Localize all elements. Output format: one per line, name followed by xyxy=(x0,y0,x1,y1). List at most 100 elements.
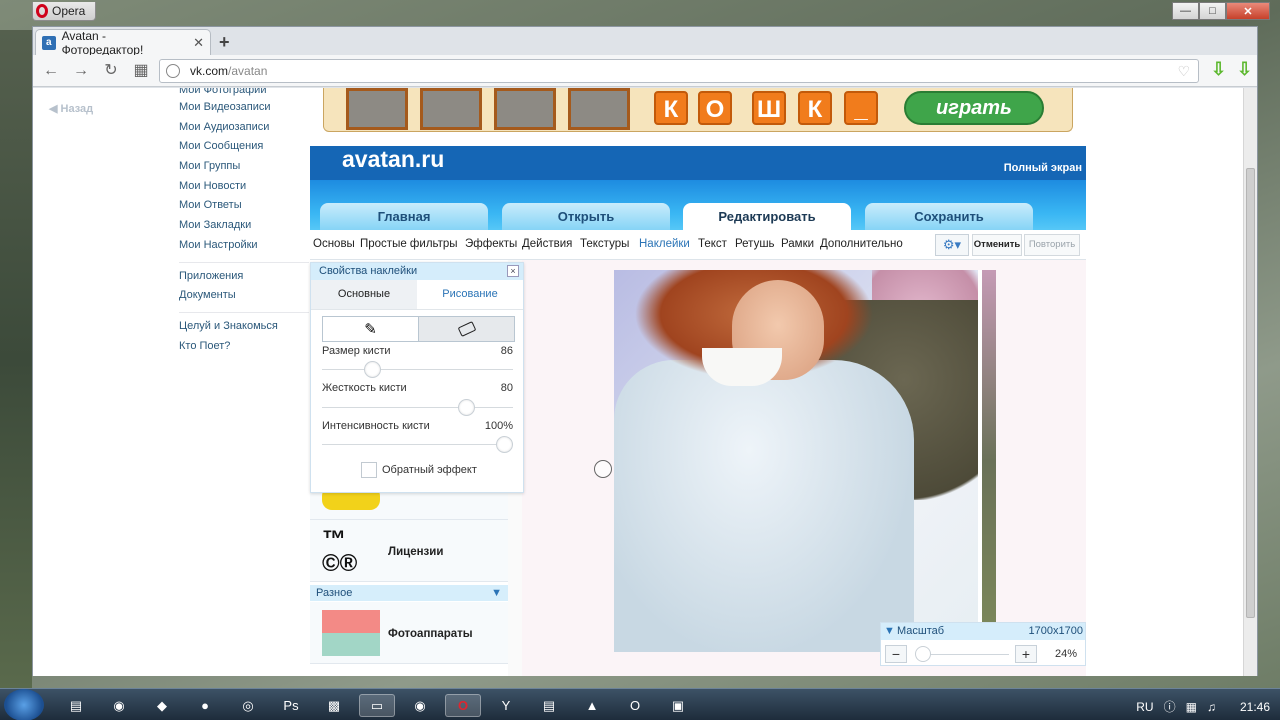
subtab-actions[interactable]: Действия xyxy=(522,238,572,250)
game-ad-banner[interactable]: К О Ш К _ играть xyxy=(323,88,1073,132)
subtab-text[interactable]: Текст xyxy=(698,238,727,250)
forward-arrow-icon[interactable]: → xyxy=(71,61,91,81)
fullscreen-link[interactable]: Полный экран xyxy=(1004,162,1082,174)
brush-size-slider[interactable] xyxy=(363,361,381,378)
tab-save[interactable]: Сохранить xyxy=(865,203,1033,230)
back-arrow-icon[interactable]: ← xyxy=(41,61,61,81)
yandex-taskbar-icon[interactable]: Y xyxy=(488,694,524,717)
subtab-retouch[interactable]: Ретушь xyxy=(735,238,775,250)
close-icon[interactable]: × xyxy=(507,265,519,277)
subtab-basics[interactable]: Основы xyxy=(313,238,355,250)
intensity-slider[interactable] xyxy=(496,436,513,453)
brush-size-track[interactable] xyxy=(322,369,513,370)
app-taskbar-icon-3[interactable]: ▲ xyxy=(574,694,610,717)
undo-button[interactable]: Отменить xyxy=(972,234,1022,256)
edited-photo[interactable] xyxy=(614,270,996,652)
sticker-category-licenses[interactable]: ™ ©® Лицензии xyxy=(310,520,508,582)
subtab-textures[interactable]: Текстуры xyxy=(580,238,629,250)
maximize-button[interactable]: □ xyxy=(1199,2,1226,20)
scrollbar-thumb[interactable] xyxy=(1246,168,1255,618)
tab-drawing[interactable]: Рисование xyxy=(417,280,523,309)
page-scrollbar[interactable] xyxy=(1243,88,1257,676)
address-bar[interactable]: vk.com/avatan ♡ xyxy=(159,59,1199,83)
menu-item[interactable]: Мои Настройки xyxy=(179,236,309,256)
minimize-button[interactable]: — xyxy=(1172,2,1199,20)
subtab-effects[interactable]: Эффекты xyxy=(465,238,517,250)
url-host: vk.com xyxy=(190,64,229,78)
eraser-tool-button[interactable] xyxy=(418,317,514,341)
menu-item[interactable]: Целуй и Знакомься xyxy=(179,317,309,337)
subtab-frames[interactable]: Рамки xyxy=(781,238,814,250)
menu-item[interactable]: Документы xyxy=(179,286,309,306)
opera-taskbar-icon-2[interactable]: O xyxy=(617,694,653,717)
back-link[interactable]: ◀ Назад xyxy=(49,102,93,115)
menu-item[interactable]: Мои Группы xyxy=(179,157,309,177)
opera-menu-button[interactable]: Opera xyxy=(32,2,96,21)
photoshop-taskbar-icon[interactable]: Ps xyxy=(273,694,309,717)
menu-item[interactable]: Мои Новости xyxy=(179,177,309,197)
menu-item[interactable]: Мои Видеозаписи xyxy=(179,98,309,118)
collapse-triangle-icon[interactable]: ▼ xyxy=(884,623,895,640)
media-taskbar-icon[interactable]: ◉ xyxy=(101,694,137,717)
menu-item[interactable]: Мои Аудиозаписи xyxy=(179,118,309,138)
ad-play-button[interactable]: играть xyxy=(904,91,1044,125)
subtab-simple-filters[interactable]: Простые фильтры xyxy=(360,238,458,250)
hardness-track[interactable] xyxy=(322,407,513,408)
brush-tool-button[interactable]: ✎ xyxy=(323,317,418,341)
intensity-track[interactable] xyxy=(322,444,513,445)
download-arrow-icon[interactable]: ⇩ xyxy=(1211,59,1229,79)
reload-icon[interactable]: ↻ xyxy=(101,61,121,81)
notepad-taskbar-icon[interactable]: ▤ xyxy=(531,694,567,717)
menu-item[interactable]: Мои Сообщения xyxy=(179,137,309,157)
ad-letter: К xyxy=(654,91,688,125)
window-taskbar-icon[interactable]: ▭ xyxy=(359,694,395,717)
firefox-taskbar-icon[interactable]: ● xyxy=(187,694,223,717)
avatan-favicon-icon: a xyxy=(42,35,56,50)
opera-taskbar-icon[interactable]: O xyxy=(445,694,481,717)
zoom-slider[interactable] xyxy=(915,646,931,662)
editor-canvas[interactable]: ▼ Масштаб 1700x1700 − + 24% xyxy=(522,260,1086,676)
invert-effect-checkbox[interactable] xyxy=(361,462,377,478)
tab-basic-props[interactable]: Основные xyxy=(311,280,417,309)
zoom-out-button[interactable]: − xyxy=(885,645,907,663)
category-label-licenses: Лицензии xyxy=(388,546,444,558)
network-icon[interactable]: ▦ xyxy=(1186,700,1197,714)
menu-item[interactable]: Мои Фотографии xyxy=(179,88,309,98)
hardness-slider[interactable] xyxy=(457,399,475,416)
app-taskbar-icon-4[interactable]: ▣ xyxy=(660,694,696,717)
subtab-extra[interactable]: Дополнительно xyxy=(820,238,903,250)
chrome-taskbar-icon[interactable]: ◎ xyxy=(230,694,266,717)
menu-item[interactable]: Кто Поет? xyxy=(179,337,309,357)
volume-icon[interactable]: ♫ xyxy=(1207,700,1216,714)
brush-cursor-handle[interactable] xyxy=(594,460,612,478)
app-taskbar-icon[interactable]: ◆ xyxy=(144,694,180,717)
zoom-in-button[interactable]: + xyxy=(1015,645,1037,663)
menu-item[interactable]: Приложения xyxy=(179,267,309,287)
tab-edit[interactable]: Редактировать xyxy=(683,203,851,230)
menu-item[interactable]: Мои Закладки xyxy=(179,216,309,236)
language-indicator[interactable]: RU xyxy=(1136,700,1153,714)
heart-icon[interactable]: ♡ xyxy=(1177,63,1190,80)
sticker-category-cameras[interactable]: Фотоаппараты xyxy=(310,602,508,664)
speed-dial-grid-icon[interactable]: ▦ xyxy=(131,61,151,81)
menu-item[interactable]: Мои Ответы xyxy=(179,196,309,216)
utorrent-taskbar-icon[interactable]: ◉ xyxy=(402,694,438,717)
help-icon[interactable]: ⓘ xyxy=(1164,698,1176,715)
new-tab-button[interactable]: + xyxy=(219,32,230,53)
settings-gear-icon[interactable]: ⚙▾ xyxy=(935,234,969,256)
download-arrow-icon-2[interactable]: ⇩ xyxy=(1237,59,1255,79)
clock[interactable]: 21:46 xyxy=(1240,700,1270,714)
tab-open[interactable]: Открыть xyxy=(502,203,670,230)
tab-close-icon[interactable]: ✕ xyxy=(193,35,204,51)
close-window-button[interactable]: ✕ xyxy=(1226,2,1270,20)
browser-tab[interactable]: a Avatan - Фоторедактор! ✕ xyxy=(35,29,211,57)
explorer-taskbar-icon[interactable]: ▤ xyxy=(58,694,94,717)
start-button[interactable] xyxy=(4,689,44,720)
tab-main[interactable]: Главная xyxy=(320,203,488,230)
redo-button[interactable]: Повторить xyxy=(1024,234,1080,256)
app-taskbar-icon-2[interactable]: ▩ xyxy=(316,694,352,717)
subtab-stickers[interactable]: Наклейки xyxy=(639,238,690,250)
zoom-track[interactable] xyxy=(919,654,1009,655)
collapse-triangle-icon[interactable]: ▼ xyxy=(491,585,502,601)
section-misc[interactable]: Разное ▼ xyxy=(310,585,508,601)
